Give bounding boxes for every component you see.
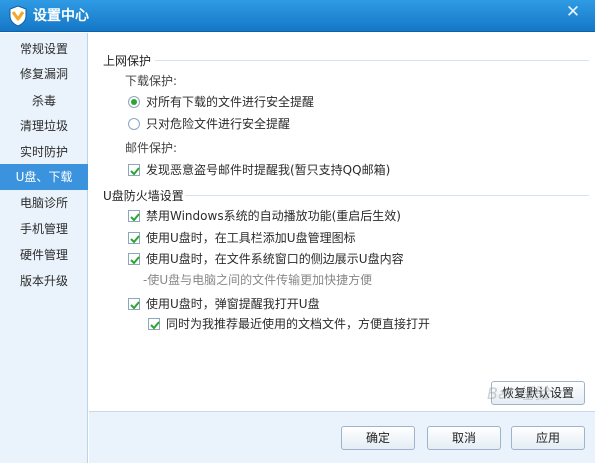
checkbox-toolbar-icon[interactable]: 使用U盘时，在工具栏添加U盘管理图标: [128, 229, 428, 247]
sidebar-item-upgrade[interactable]: 版本升级: [0, 268, 88, 294]
section-divider: [155, 60, 589, 61]
download-protection-label: 下载保护:: [125, 74, 178, 88]
sidebar-item-cleanup[interactable]: 清理垃圾: [0, 113, 88, 139]
qq-pc-manager-shield-icon: [9, 5, 27, 27]
sidebar: 常规设置 修复漏洞 杀毒 清理垃圾 实时防护 U盘、下载 电脑诊所 手机管理 硬…: [0, 33, 88, 463]
checkbox-popup-open-label: 使用U盘时，弹窗提醒我打开U盘: [146, 297, 320, 311]
radio-all-downloads-label: 对所有下载的文件进行安全提醒: [146, 95, 315, 109]
checkbox-mail-phishing-label: 发现恶意盗号邮件时提醒我(暂只支持QQ邮箱): [146, 163, 391, 177]
radio-dangerous-only-label: 只对危险文件进行安全提醒: [146, 117, 291, 131]
checkbox-popup-open[interactable]: 使用U盘时，弹窗提醒我打开U盘: [128, 295, 428, 313]
checkbox[interactable]: [128, 232, 140, 244]
title-bar: 设置中心 ✕: [0, 0, 595, 32]
sidebar-item-antivirus[interactable]: 杀毒: [0, 88, 88, 114]
sidebar-item-phone[interactable]: 手机管理: [0, 216, 88, 242]
checkmark-icon: [130, 235, 140, 244]
sidebar-item-realtime[interactable]: 实时防护: [0, 139, 88, 165]
checkbox[interactable]: [128, 164, 140, 176]
checkbox[interactable]: [128, 298, 140, 310]
dialog-footer: 确定 取消 应用: [89, 411, 595, 463]
settings-panel: 上网保护 下载保护: 对所有下载的文件进行安全提醒 只对危险文件进行安全提醒 邮…: [89, 33, 595, 411]
checkbox[interactable]: [148, 318, 160, 330]
sidebar-item-clinic[interactable]: 电脑诊所: [0, 190, 88, 216]
checkbox-side-view-label: 使用U盘时，在文件系统窗口的侧边展示U盘内容: [146, 252, 404, 266]
checkmark-icon: [130, 167, 140, 176]
sidebar-item-usb-download[interactable]: U盘、下载: [0, 164, 88, 190]
mail-protection-label: 邮件保护:: [125, 141, 178, 155]
section-divider: [185, 195, 589, 196]
checkbox-mail-phishing[interactable]: 发现恶意盗号邮件时提醒我(暂只支持QQ邮箱): [128, 161, 428, 179]
section-title-internet-protection: 上网保护: [103, 54, 152, 68]
checkmark-icon: [130, 256, 140, 265]
checkbox[interactable]: [128, 210, 140, 222]
radio-button-icon[interactable]: [128, 118, 140, 130]
apply-button[interactable]: 应用: [511, 426, 585, 450]
sidebar-item-hardware[interactable]: 硬件管理: [0, 242, 88, 268]
checkbox-recommend-docs[interactable]: 同时为我推荐最近使用的文档文件，方便直接打开: [148, 315, 468, 333]
cancel-button[interactable]: 取消: [427, 426, 501, 450]
side-view-note: -使U盘与电脑之间的文件传输更加快捷方便: [143, 273, 373, 287]
checkbox-disable-autoplay[interactable]: 禁用Windows系统的自动播放功能(重启后生效): [128, 207, 428, 225]
checkmark-icon: [130, 301, 140, 310]
checkbox-side-view[interactable]: 使用U盘时，在文件系统窗口的侧边展示U盘内容: [128, 250, 448, 268]
checkbox-toolbar-icon-label: 使用U盘时，在工具栏添加U盘管理图标: [146, 231, 356, 245]
close-icon[interactable]: ✕: [563, 2, 583, 22]
radio-all-downloads[interactable]: 对所有下载的文件进行安全提醒: [128, 93, 388, 111]
checkmark-icon: [150, 321, 160, 330]
checkbox-recommend-docs-label: 同时为我推荐最近使用的文档文件，方便直接打开: [166, 317, 431, 331]
radio-button-icon[interactable]: [128, 96, 140, 108]
ok-button[interactable]: 确定: [341, 426, 415, 450]
radio-dangerous-only[interactable]: 只对危险文件进行安全提醒: [128, 115, 388, 133]
checkmark-icon: [130, 213, 140, 222]
checkbox-disable-autoplay-label: 禁用Windows系统的自动播放功能(重启后生效): [146, 209, 401, 223]
sidebar-item-general[interactable]: 常规设置: [0, 36, 88, 62]
sidebar-item-patch[interactable]: 修复漏洞: [0, 61, 88, 87]
window-title: 设置中心: [33, 8, 89, 24]
restore-default-button[interactable]: 恢复默认设置: [491, 381, 585, 405]
checkbox[interactable]: [128, 253, 140, 265]
section-title-usb-firewall: U盘防火墙设置: [103, 189, 184, 203]
